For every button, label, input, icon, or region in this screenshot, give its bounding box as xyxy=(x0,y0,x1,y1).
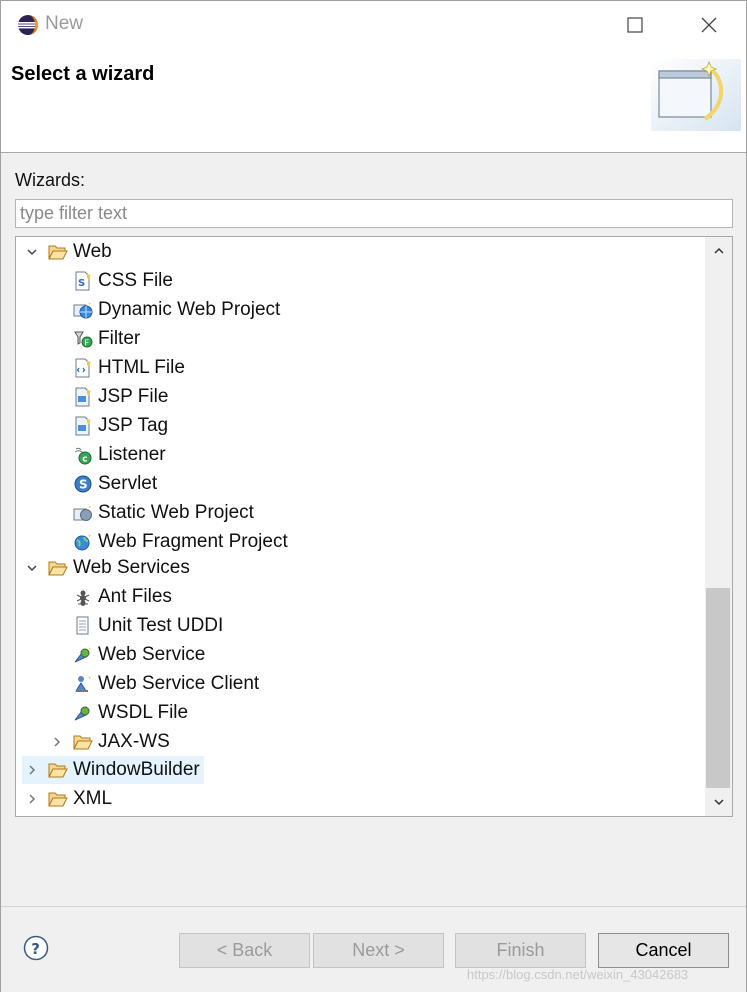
scrollbar-thumb[interactable] xyxy=(706,588,730,788)
wsdl-file-icon xyxy=(73,703,93,723)
tree-item-label: WindowBuilder xyxy=(73,759,200,780)
tree-item-jsp-file[interactable]: JSP File xyxy=(73,383,172,411)
tree-item-wsdl-file[interactable]: WSDL File xyxy=(73,699,192,727)
tree-item-label: CSS File xyxy=(98,270,173,291)
jsp-tag-icon xyxy=(73,416,93,436)
title-bar[interactable]: New xyxy=(1,1,746,49)
ant-files-icon xyxy=(73,587,93,607)
vertical-scrollbar[interactable] xyxy=(705,237,732,816)
svg-text:F: F xyxy=(85,339,90,348)
filter-icon: F xyxy=(73,329,93,349)
finish-button[interactable]: Finish xyxy=(455,933,586,968)
tree-item-web-service-client[interactable]: Web Service Client xyxy=(73,670,263,698)
jsp-file-icon xyxy=(73,387,93,407)
scroll-up-icon[interactable] xyxy=(705,237,732,265)
chevron-right-icon[interactable] xyxy=(22,760,42,780)
folder-icon xyxy=(48,760,68,780)
svg-text:c: c xyxy=(82,455,87,465)
tree-item-servlet[interactable]: S Servlet xyxy=(73,470,161,498)
unit-test-uddi-icon xyxy=(73,616,93,636)
tree-item-label: Servlet xyxy=(98,473,158,494)
listener-icon: c xyxy=(73,445,93,465)
tree-folder-web-services[interactable]: Web Services xyxy=(22,554,194,582)
tree-item-label: JSP File xyxy=(98,386,169,407)
web-service-icon xyxy=(73,645,93,665)
tree-item-label: Ant Files xyxy=(98,586,172,607)
wizard-tree[interactable]: Web S CSS File Dynamic Web Project F Fil… xyxy=(15,236,733,817)
scroll-down-icon[interactable] xyxy=(705,788,732,816)
tree-folder-xml[interactable]: XML xyxy=(22,785,116,813)
maximize-icon[interactable] xyxy=(613,7,657,43)
tree-item-label: JAX-WS xyxy=(98,731,170,752)
svg-text:?: ? xyxy=(31,940,40,958)
servlet-icon: S xyxy=(73,474,93,494)
tree-item-label: WSDL File xyxy=(98,702,189,723)
window-title: New xyxy=(45,13,84,34)
dynamic-web-project-icon xyxy=(73,300,93,320)
tree-item-label: Filter xyxy=(98,328,141,349)
tree-item-unit-test-uddi[interactable]: Unit Test UDDI xyxy=(73,612,227,640)
folder-open-icon xyxy=(48,242,68,262)
tree-item-label: Web Service xyxy=(98,644,206,665)
eclipse-logo-icon xyxy=(17,14,39,36)
wizard-banner-icon xyxy=(651,59,741,131)
folder-icon xyxy=(73,732,93,752)
css-file-icon: S xyxy=(73,271,93,291)
tree-item-label: Listener xyxy=(98,444,166,465)
svg-text:S: S xyxy=(79,478,88,492)
svg-text:S: S xyxy=(78,278,85,289)
tree-folder-windowbuilder[interactable]: WindowBuilder xyxy=(22,756,204,784)
tree-item-label: XML xyxy=(73,788,113,809)
wizards-label: Wizards: xyxy=(15,170,86,190)
tree-item-filter[interactable]: F Filter xyxy=(73,325,144,353)
tree-item-static-web-project[interactable]: Static Web Project xyxy=(73,499,258,527)
cancel-button[interactable]: Cancel xyxy=(598,933,729,968)
tree-item-label: Web xyxy=(73,241,112,262)
static-web-project-icon xyxy=(73,503,93,523)
tree-folder-jax-ws[interactable]: JAX-WS xyxy=(47,728,174,756)
tree-item-html-file[interactable]: HTML File xyxy=(73,354,189,382)
scrollbar-track[interactable] xyxy=(705,265,732,788)
folder-open-icon xyxy=(48,558,68,578)
button-bar: ? < Back Next > Finish Cancel https://bl… xyxy=(1,906,746,992)
filter-input[interactable] xyxy=(15,199,733,228)
chevron-down-icon[interactable] xyxy=(22,242,42,262)
tree-folder-web[interactable]: Web xyxy=(22,238,116,266)
tree-item-jsp-tag[interactable]: JSP Tag xyxy=(73,412,172,440)
folder-icon xyxy=(48,789,68,809)
watermark: https://blog.csdn.net/weixin_43042683 xyxy=(467,967,689,982)
tree-item-label: HTML File xyxy=(98,357,185,378)
tree-item-listener[interactable]: c Listener xyxy=(73,441,170,469)
tree-item-dynamic-web-project[interactable]: Dynamic Web Project xyxy=(73,296,284,324)
tree-item-label: Unit Test UDDI xyxy=(98,615,224,636)
tree-item-web-service[interactable]: Web Service xyxy=(73,641,209,669)
tree-item-label: Static Web Project xyxy=(98,502,254,523)
web-fragment-project-icon xyxy=(73,532,93,552)
tree-item-web-fragment-project[interactable]: Web Fragment Project xyxy=(73,528,292,556)
tree-item-label: Web Service Client xyxy=(98,673,260,694)
tree-item-label: JSP Tag xyxy=(98,415,169,436)
wizard-body: Wizards: Web S CSS File Dynamic Web Proj… xyxy=(1,154,746,906)
new-wizard-dialog: New Select a wizard Wizards: type filter… xyxy=(0,0,747,992)
html-file-icon xyxy=(73,358,93,378)
wizard-header: Select a wizard xyxy=(1,49,746,153)
tree-item-label: Dynamic Web Project xyxy=(98,299,281,320)
tree-item-css-file[interactable]: S CSS File xyxy=(73,267,177,295)
help-icon[interactable]: ? xyxy=(23,935,49,961)
web-service-client-icon xyxy=(73,674,93,694)
tree-item-label: Web Fragment Project xyxy=(98,531,288,552)
page-title: Select a wizard xyxy=(11,63,155,85)
tree-item-label: Web Services xyxy=(73,557,190,578)
chevron-down-icon[interactable] xyxy=(22,558,42,578)
close-icon[interactable] xyxy=(687,7,731,43)
chevron-right-icon[interactable] xyxy=(22,789,42,809)
tree-item-ant-files[interactable]: Ant Files xyxy=(73,583,176,611)
next-button[interactable]: Next > xyxy=(313,933,444,968)
back-button[interactable]: < Back xyxy=(179,933,310,968)
chevron-right-icon[interactable] xyxy=(47,732,67,752)
